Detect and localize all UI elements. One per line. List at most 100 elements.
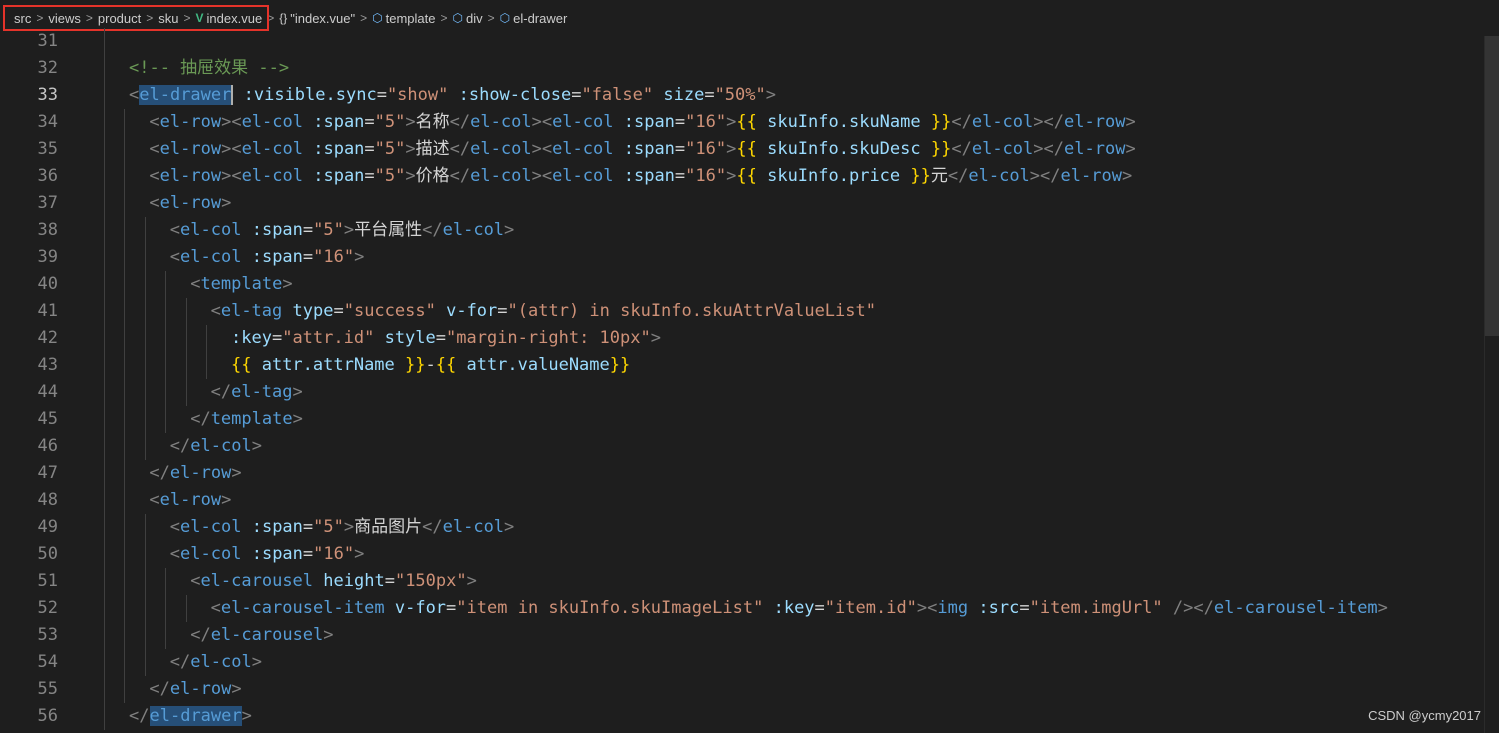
breadcrumb-src[interactable]: src bbox=[14, 11, 31, 26]
indent-guide bbox=[124, 595, 126, 622]
code-line-text: </el-col> bbox=[169, 652, 262, 672]
line-number: 51 bbox=[37, 571, 58, 591]
code-line[interactable]: </el-col> bbox=[84, 433, 1479, 460]
indent-guide bbox=[144, 271, 146, 298]
indent-guide bbox=[165, 325, 167, 352]
indent-guide bbox=[104, 541, 105, 568]
indent-guide bbox=[124, 568, 126, 595]
indent-guide bbox=[144, 325, 146, 352]
indent-guide bbox=[124, 217, 126, 244]
code-line[interactable]: :key="attr.id" style="margin-right: 10px… bbox=[84, 325, 1479, 352]
code-line[interactable]: <el-row><el-col :span="5">名称</el-col><el… bbox=[84, 109, 1479, 136]
code-line-text: <el-col :span="5">平台属性</el-col> bbox=[169, 220, 515, 240]
code-line[interactable]: </el-drawer> bbox=[84, 703, 1479, 730]
indent-guide bbox=[124, 487, 126, 514]
code-line[interactable]: <el-tag type="success" v-for="(attr) in … bbox=[84, 298, 1479, 325]
chevron-right-icon: > bbox=[440, 11, 448, 25]
code-line[interactable]: </template> bbox=[84, 406, 1479, 433]
indent-guide bbox=[124, 190, 126, 217]
code-line-text: <el-col :span="16"> bbox=[169, 544, 365, 564]
code-line-text: </el-drawer> bbox=[129, 706, 252, 726]
code-line[interactable]: <el-carousel-item v-for="item in skuInfo… bbox=[84, 595, 1479, 622]
line-number: 36 bbox=[37, 166, 58, 186]
scrollbar-thumb[interactable] bbox=[1485, 36, 1499, 336]
breadcrumb-file[interactable]: V index.vue bbox=[196, 11, 263, 26]
breadcrumb-object-label: "index.vue" bbox=[290, 10, 356, 26]
code-line[interactable]: </el-tag> bbox=[84, 379, 1479, 406]
code-line[interactable]: <template> bbox=[84, 271, 1479, 298]
code-line[interactable]: <el-col :span="5">平台属性</el-col> bbox=[84, 217, 1479, 244]
code-line[interactable]: {{ attr.attrName }}-{{ attr.valueName}} bbox=[84, 352, 1479, 379]
indent-guide bbox=[124, 298, 126, 325]
code-line-text: <el-col :span="16"> bbox=[169, 247, 365, 267]
cube-icon: ⬡ bbox=[372, 11, 383, 25]
breadcrumb-views[interactable]: views bbox=[48, 11, 81, 26]
code-line[interactable]: <!-- 抽屉效果 --> bbox=[84, 55, 1479, 82]
breadcrumb-drawer-label: el-drawer bbox=[513, 10, 568, 26]
line-number: 53 bbox=[37, 625, 58, 645]
cube-icon: ⬡ bbox=[452, 11, 463, 25]
indent-guide bbox=[104, 190, 105, 217]
indent-guide bbox=[104, 514, 105, 541]
indent-guide bbox=[144, 514, 146, 541]
breadcrumb-product[interactable]: product bbox=[98, 11, 141, 26]
code-line[interactable]: <el-row> bbox=[84, 487, 1479, 514]
indent-guide bbox=[124, 514, 126, 541]
indent-guide bbox=[124, 379, 126, 406]
chevron-right-icon: > bbox=[85, 11, 93, 25]
code-line[interactable] bbox=[84, 28, 1479, 55]
indent-guide bbox=[144, 433, 146, 460]
indent-guide bbox=[124, 109, 126, 136]
chevron-right-icon: > bbox=[360, 11, 368, 25]
code-line[interactable]: </el-row> bbox=[84, 460, 1479, 487]
code-line[interactable]: </el-row> bbox=[84, 676, 1479, 703]
code-editor[interactable]: <!-- 抽屉效果 --> <el-drawer :visible.sync="s… bbox=[84, 28, 1479, 730]
indent-guide bbox=[104, 28, 105, 55]
code-line[interactable]: <el-row> bbox=[84, 190, 1479, 217]
line-number: 55 bbox=[37, 679, 58, 699]
code-line[interactable]: <el-row><el-col :span="5">价格</el-col><el… bbox=[84, 163, 1479, 190]
breadcrumb-template[interactable]: ⬡ template bbox=[372, 11, 435, 26]
breadcrumb-drawer[interactable]: ⬡ el-drawer bbox=[500, 11, 568, 26]
indent-guide bbox=[165, 622, 167, 649]
code-line[interactable]: <el-col :span="16"> bbox=[84, 244, 1479, 271]
chevron-right-icon: > bbox=[267, 11, 275, 25]
code-line[interactable]: <el-col :span="16"> bbox=[84, 541, 1479, 568]
breadcrumb-template-label: template bbox=[385, 10, 436, 26]
indent-guide bbox=[104, 136, 105, 163]
indent-guide bbox=[104, 595, 105, 622]
code-line[interactable]: </el-col> bbox=[84, 649, 1479, 676]
code-line-text: <!-- 抽屉效果 --> bbox=[129, 58, 290, 78]
line-number: 35 bbox=[37, 139, 58, 159]
indent-guide bbox=[144, 541, 146, 568]
indent-guide bbox=[124, 460, 126, 487]
indent-guide bbox=[144, 298, 146, 325]
chevron-right-icon: > bbox=[183, 11, 191, 25]
code-line[interactable]: <el-carousel height="150px"> bbox=[84, 568, 1479, 595]
code-line[interactable]: <el-drawer :visible.sync="show" :show-cl… bbox=[84, 82, 1479, 109]
indent-guide bbox=[104, 433, 105, 460]
breadcrumb-div[interactable]: ⬡ div bbox=[453, 11, 483, 26]
code-line-text: :key="attr.id" style="margin-right: 10px… bbox=[231, 328, 661, 348]
code-line[interactable]: <el-col :span="5">商品图片</el-col> bbox=[84, 514, 1479, 541]
code-line-text: </el-tag> bbox=[210, 382, 303, 402]
code-line[interactable]: <el-row><el-col :span="5">描述</el-col><el… bbox=[84, 136, 1479, 163]
indent-guide bbox=[104, 460, 105, 487]
indent-guide bbox=[165, 352, 167, 379]
line-number: 41 bbox=[37, 301, 58, 321]
code-line-text: </template> bbox=[190, 409, 303, 429]
indent-guide bbox=[185, 352, 187, 379]
indent-guide bbox=[185, 595, 187, 622]
code-line-text: <template> bbox=[190, 274, 293, 294]
indent-guide bbox=[206, 352, 207, 379]
breadcrumb-sku[interactable]: sku bbox=[158, 11, 178, 26]
indent-guide bbox=[104, 568, 105, 595]
line-number: 39 bbox=[37, 247, 58, 267]
code-line[interactable]: </el-carousel> bbox=[84, 622, 1479, 649]
chevron-right-icon: > bbox=[146, 11, 154, 25]
indent-guide bbox=[124, 271, 126, 298]
breadcrumb-object[interactable]: {} "index.vue" bbox=[279, 11, 355, 26]
indent-guide bbox=[104, 325, 105, 352]
line-number: 43 bbox=[37, 355, 58, 375]
